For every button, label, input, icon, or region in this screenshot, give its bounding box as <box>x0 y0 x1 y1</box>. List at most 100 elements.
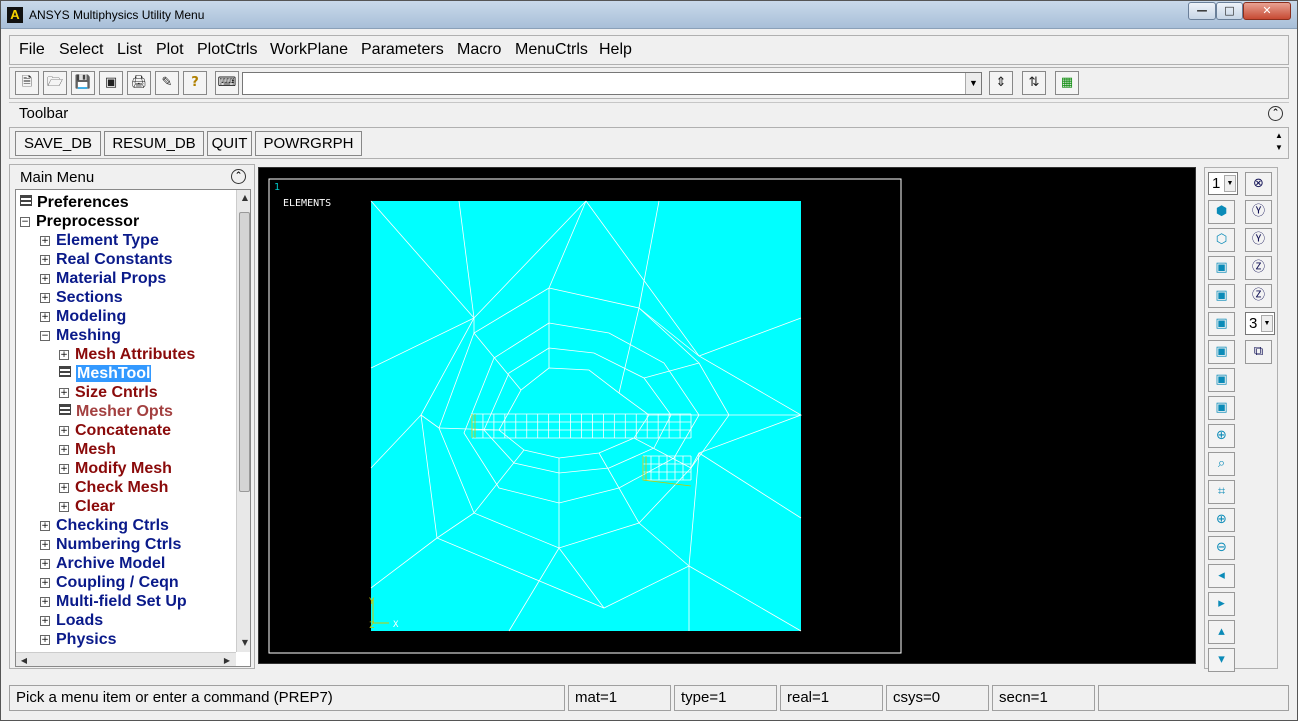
collapse-node-icon[interactable]: − <box>20 217 30 227</box>
expand-node-icon[interactable]: + <box>59 350 69 360</box>
menu-plotctrls[interactable]: PlotCtrls <box>197 41 257 59</box>
pan-zoom-button[interactable]: ▣ <box>99 71 123 95</box>
tree-item-mesh-attributes[interactable]: + Mesh Attributes <box>59 346 195 365</box>
oblique-view-button[interactable]: ⬡ <box>1208 228 1235 252</box>
rotate-z-pos-button[interactable]: Ⓩ <box>1245 256 1272 280</box>
mesh-plot[interactable]: 1 ELEMENTS Y Z X <box>259 168 1197 665</box>
close-button[interactable]: ✕ <box>1243 2 1291 20</box>
help-button[interactable]: ? <box>183 71 207 95</box>
tree-item-concatenate[interactable]: + Concatenate <box>59 422 171 441</box>
command-history-dropdown[interactable]: ▼ <box>965 73 981 94</box>
command-prompt-button[interactable]: ⌨ <box>215 71 239 95</box>
chevron-down-icon[interactable]: ▼ <box>1224 175 1236 192</box>
menu-macro[interactable]: Macro <box>457 41 501 59</box>
expand-node-icon[interactable]: + <box>59 502 69 512</box>
title-bar[interactable]: A ANSYS Multiphysics Utility Menu — □ ✕ <box>1 1 1297 29</box>
maximize-button[interactable]: □ <box>1216 2 1243 20</box>
rotate-left-button[interactable]: ◂ <box>1208 564 1235 588</box>
back-view-button[interactable]: ▣ <box>1208 284 1235 308</box>
reset-picking-button[interactable]: ⇅ <box>1022 71 1046 95</box>
tree-item-preferences[interactable]: Preferences <box>20 194 129 213</box>
tree-item-coupling-ceqn[interactable]: + Coupling / Ceqn <box>40 574 179 593</box>
collapse-node-icon[interactable]: − <box>40 331 50 341</box>
menu-menuctrls[interactable]: MenuCtrls <box>515 41 588 59</box>
menu-file[interactable]: File <box>19 41 45 59</box>
rotate-right-button[interactable]: ▸ <box>1208 592 1235 616</box>
menu-select[interactable]: Select <box>59 41 103 59</box>
rotate-y-pos-button[interactable]: Ⓨ <box>1245 200 1272 224</box>
rotate-down-button[interactable]: ▾ <box>1208 648 1235 672</box>
new-file-button[interactable]: 🗎 <box>15 71 39 95</box>
expand-node-icon[interactable]: + <box>59 445 69 455</box>
expand-node-icon[interactable]: + <box>40 578 50 588</box>
expand-node-icon[interactable]: + <box>59 426 69 436</box>
toolbar-scroll[interactable]: ▲ ▼ <box>1272 130 1286 156</box>
toolbar-collapse-button[interactable]: ⌃ <box>1268 106 1283 121</box>
zoom-out-button[interactable]: ⊖ <box>1208 536 1235 560</box>
zoom-button[interactable]: ⌕ <box>1208 452 1235 476</box>
tree-item-meshing[interactable]: − Meshing <box>40 327 121 346</box>
window-select[interactable]: 1 ▼ <box>1208 172 1238 195</box>
chevron-down-icon[interactable]: ▼ <box>1261 315 1273 332</box>
open-button[interactable]: 🗁 <box>43 71 67 95</box>
menu-plot[interactable]: Plot <box>156 41 184 59</box>
tree-item-material-props[interactable]: + Material Props <box>40 270 166 289</box>
top-view-button[interactable]: ▣ <box>1208 312 1235 336</box>
expand-node-icon[interactable]: + <box>40 274 50 284</box>
rotate-z-neg-button[interactable]: Ⓩ <box>1245 284 1272 308</box>
command-input[interactable] <box>243 73 963 94</box>
tree-item-archive-model[interactable]: + Archive Model <box>40 555 165 574</box>
tree-item-physics[interactable]: + Physics <box>40 631 116 650</box>
scroll-thumb[interactable] <box>239 212 250 492</box>
tree-item-mesh[interactable]: + Mesh <box>59 441 116 460</box>
menu-parameters[interactable]: Parameters <box>361 41 444 59</box>
menu-workplane[interactable]: WorkPlane <box>270 41 348 59</box>
iso-view-button[interactable]: ⬢ <box>1208 200 1235 224</box>
tree-vertical-scrollbar[interactable]: ▲ ▼ <box>236 190 250 652</box>
dynamic-mode-button[interactable]: ⧉ <box>1245 340 1272 364</box>
expand-node-icon[interactable]: + <box>59 483 69 493</box>
left-view-button[interactable]: ▣ <box>1208 396 1235 420</box>
bottom-view-button[interactable]: ▣ <box>1208 340 1235 364</box>
scroll-right-icon[interactable]: ▶ <box>220 654 234 666</box>
tree-item-modify-mesh[interactable]: + Modify Mesh <box>59 460 172 479</box>
quit-button[interactable]: QUIT <box>207 131 252 156</box>
expand-node-icon[interactable]: + <box>40 597 50 607</box>
menu-help[interactable]: Help <box>599 41 632 59</box>
tree-item-loads[interactable]: + Loads <box>40 612 103 631</box>
expand-node-icon[interactable]: + <box>40 293 50 303</box>
contact-manager-button[interactable]: ▦ <box>1055 71 1079 95</box>
report-button[interactable]: ✎ <box>155 71 179 95</box>
expand-node-icon[interactable]: + <box>40 521 50 531</box>
tree-item-checking-ctrls[interactable]: + Checking Ctrls <box>40 517 169 536</box>
zoom-fit-button[interactable]: ⊕ <box>1208 424 1235 448</box>
tree-item-clear[interactable]: + Clear <box>59 498 115 517</box>
tree-item-multi-field-set-up[interactable]: + Multi-field Set Up <box>40 593 187 612</box>
right-view-button[interactable]: ▣ <box>1208 368 1235 392</box>
view-select[interactable]: 3 ▼ <box>1245 312 1275 335</box>
scroll-left-icon[interactable]: ◀ <box>17 654 31 666</box>
main-menu-collapse-button[interactable]: ⌃ <box>231 169 246 184</box>
box-zoom-button[interactable]: ⌗ <box>1208 480 1235 504</box>
minimize-button[interactable]: — <box>1188 2 1216 20</box>
save-button[interactable]: 💾 <box>71 71 95 95</box>
tree-item-check-mesh[interactable]: + Check Mesh <box>59 479 168 498</box>
print-button[interactable]: 🖨 <box>127 71 151 95</box>
rotate-x-button[interactable]: ⊗ <box>1245 172 1272 196</box>
rotate-y-neg-button[interactable]: Ⓨ <box>1245 228 1272 252</box>
tree-item-meshtool[interactable]: MeshTool <box>59 365 152 384</box>
menu-list[interactable]: List <box>117 41 142 59</box>
tree-item-mesher-opts[interactable]: Mesher Opts <box>59 403 173 422</box>
scroll-up-icon[interactable]: ▲ <box>238 191 250 205</box>
expand-node-icon[interactable]: + <box>40 540 50 550</box>
expand-node-icon[interactable]: + <box>59 464 69 474</box>
tree-item-numbering-ctrls[interactable]: + Numbering Ctrls <box>40 536 181 555</box>
expand-node-icon[interactable]: + <box>40 559 50 569</box>
tree-horizontal-scrollbar[interactable]: ◀ ▶ <box>16 652 236 666</box>
save-db-button[interactable]: SAVE_DB <box>15 131 101 156</box>
front-view-button[interactable]: ▣ <box>1208 256 1235 280</box>
tree-item-element-type[interactable]: + Element Type <box>40 232 159 251</box>
expand-node-icon[interactable]: + <box>40 616 50 626</box>
powrgrph-button[interactable]: POWRGRPH <box>255 131 362 156</box>
tree-item-modeling[interactable]: + Modeling <box>40 308 126 327</box>
